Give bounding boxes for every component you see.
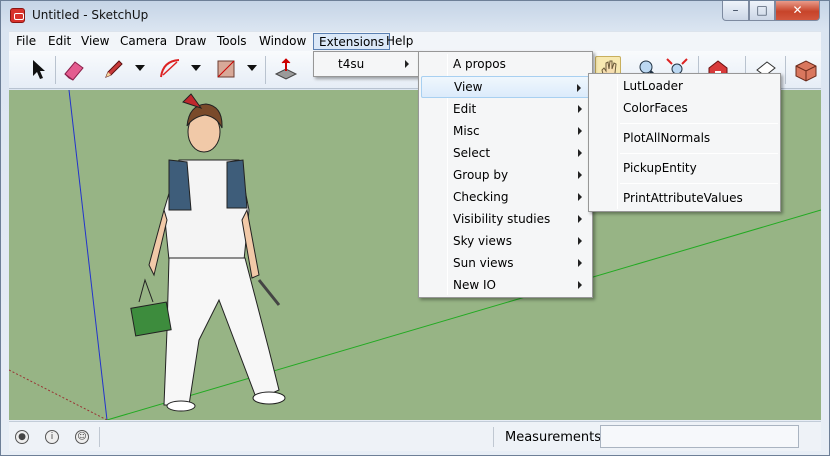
status-bar: ● i ☺ Measurements: [9, 421, 821, 451]
menu-bar: File Edit View Camera Draw Tools Window …: [9, 31, 821, 51]
menu-item-colorfaces[interactable]: ColorFaces: [591, 97, 778, 119]
menu-item-sky-views[interactable]: Sky views: [421, 230, 590, 252]
geolocation-icon[interactable]: ●: [15, 430, 29, 444]
menu-edit[interactable]: Edit: [43, 33, 76, 50]
rectangle-dropdown-icon[interactable]: [247, 65, 257, 71]
menu-item-checking[interactable]: Checking: [421, 186, 590, 208]
menu-item-visibility-studies[interactable]: Visibility studies: [421, 208, 590, 230]
extensions-menu: t4su: [313, 51, 420, 77]
eraser-icon[interactable]: [61, 56, 87, 82]
credits-icon[interactable]: i: [45, 430, 59, 444]
menu-tools[interactable]: Tools: [212, 33, 252, 50]
submenu-arrow-icon: [578, 237, 582, 245]
menu-item-t4su[interactable]: t4su: [316, 53, 417, 75]
view-submenu: LutLoader ColorFaces PlotAllNormals Pick…: [588, 73, 781, 212]
menu-camera[interactable]: Camera: [115, 33, 172, 50]
select-icon[interactable]: [25, 56, 51, 82]
menu-item-view[interactable]: View: [421, 76, 590, 98]
menu-item-select[interactable]: Select: [421, 142, 590, 164]
menu-item-plotallnormals[interactable]: PlotAllNormals: [591, 127, 778, 149]
submenu-arrow-icon: [578, 259, 582, 267]
submenu-arrow-icon: [405, 60, 409, 68]
menu-item-group-by[interactable]: Group by: [421, 164, 590, 186]
menu-item-edit[interactable]: Edit: [421, 98, 590, 120]
title-bar[interactable]: Untitled - SketchUp – □ ✕: [1, 1, 829, 31]
submenu-arrow-icon: [578, 149, 582, 157]
sketchup-logo-icon: [10, 8, 25, 23]
menu-item-printattributevalues[interactable]: PrintAttributeValues: [591, 187, 778, 209]
person-figure-icon: [130, 93, 286, 412]
menu-item-a-propos[interactable]: A propos: [421, 53, 590, 75]
submenu-arrow-icon: [578, 281, 582, 289]
measurements-label: Measurements: [505, 430, 602, 445]
menu-extensions[interactable]: Extensions: [313, 33, 391, 50]
menu-item-sun-views[interactable]: Sun views: [421, 252, 590, 274]
menu-item-new-io[interactable]: New IO: [421, 274, 590, 296]
submenu-arrow-icon: [578, 171, 582, 179]
menu-window[interactable]: Window: [254, 33, 311, 50]
rectangle-icon[interactable]: [213, 56, 239, 82]
menu-item-pickupentity[interactable]: PickupEntity: [591, 157, 778, 179]
push-pull-icon[interactable]: [273, 56, 299, 82]
pencil-dropdown-icon[interactable]: [135, 65, 145, 71]
maximize-button[interactable]: □: [749, 1, 775, 21]
close-button[interactable]: ✕: [775, 1, 820, 21]
menu-draw[interactable]: Draw: [170, 33, 211, 50]
menu-help[interactable]: Help: [381, 33, 418, 50]
menu-view[interactable]: View: [76, 33, 114, 50]
minimize-button[interactable]: –: [722, 1, 749, 21]
sketchup-window: Untitled - SketchUp – □ ✕ File Edit View…: [0, 0, 830, 456]
menu-item-misc[interactable]: Misc: [421, 120, 590, 142]
measurements-input[interactable]: [600, 425, 799, 448]
submenu-arrow-icon: [577, 84, 581, 92]
submenu-arrow-icon: [578, 105, 582, 113]
arc-icon[interactable]: [157, 56, 183, 82]
arc-dropdown-icon[interactable]: [191, 65, 201, 71]
menu-item-lutloader[interactable]: LutLoader: [591, 75, 778, 97]
t4su-menu: A propos View Edit Misc Select Group by …: [418, 51, 593, 298]
extension-warehouse-icon[interactable]: [793, 56, 819, 82]
pencil-icon[interactable]: [101, 56, 127, 82]
menu-file[interactable]: File: [11, 33, 41, 50]
submenu-arrow-icon: [578, 127, 582, 135]
submenu-arrow-icon: [578, 215, 582, 223]
window-title: Untitled - SketchUp: [32, 8, 149, 22]
user-account-icon[interactable]: ☺: [75, 430, 89, 444]
submenu-arrow-icon: [578, 193, 582, 201]
